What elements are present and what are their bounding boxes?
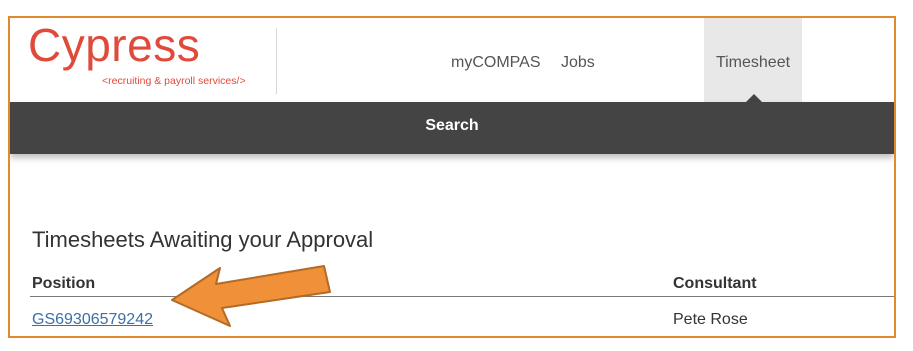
cypress-logo[interactable]: Cypress <recruiting & payroll services/> (28, 22, 268, 90)
search-link[interactable]: Search (10, 117, 894, 135)
position-link[interactable]: GS69306579242 (32, 311, 153, 329)
section-title: Timesheets Awaiting your Approval (32, 227, 374, 252)
table-header-rule (30, 296, 894, 297)
column-header-position[interactable]: Position (32, 275, 95, 293)
nav-item-timesheet[interactable]: Timesheet (704, 18, 802, 102)
tagline-text: recruiting & payroll services (108, 75, 237, 87)
consultant-name: Pete Rose (673, 311, 748, 328)
tagline-close: /> (236, 75, 246, 87)
screenshot-frame: Cypress <recruiting & payroll services/>… (8, 16, 896, 338)
column-header-consultant[interactable]: Consultant (673, 275, 757, 293)
logo-wordmark: Cypress (28, 19, 201, 71)
arrow-left-icon (171, 265, 331, 327)
nav-item-jobs[interactable]: Jobs (561, 54, 595, 72)
sub-nav-bar: Search (10, 102, 894, 154)
logo-tagline: <recruiting & payroll services/> (102, 75, 246, 87)
nav-item-mycompas[interactable]: myCOMPAS (451, 54, 540, 72)
nav-item-timesheet-label: Timesheet (715, 54, 791, 71)
header-divider (276, 28, 277, 94)
top-header: Cypress <recruiting & payroll services/>… (10, 18, 894, 103)
